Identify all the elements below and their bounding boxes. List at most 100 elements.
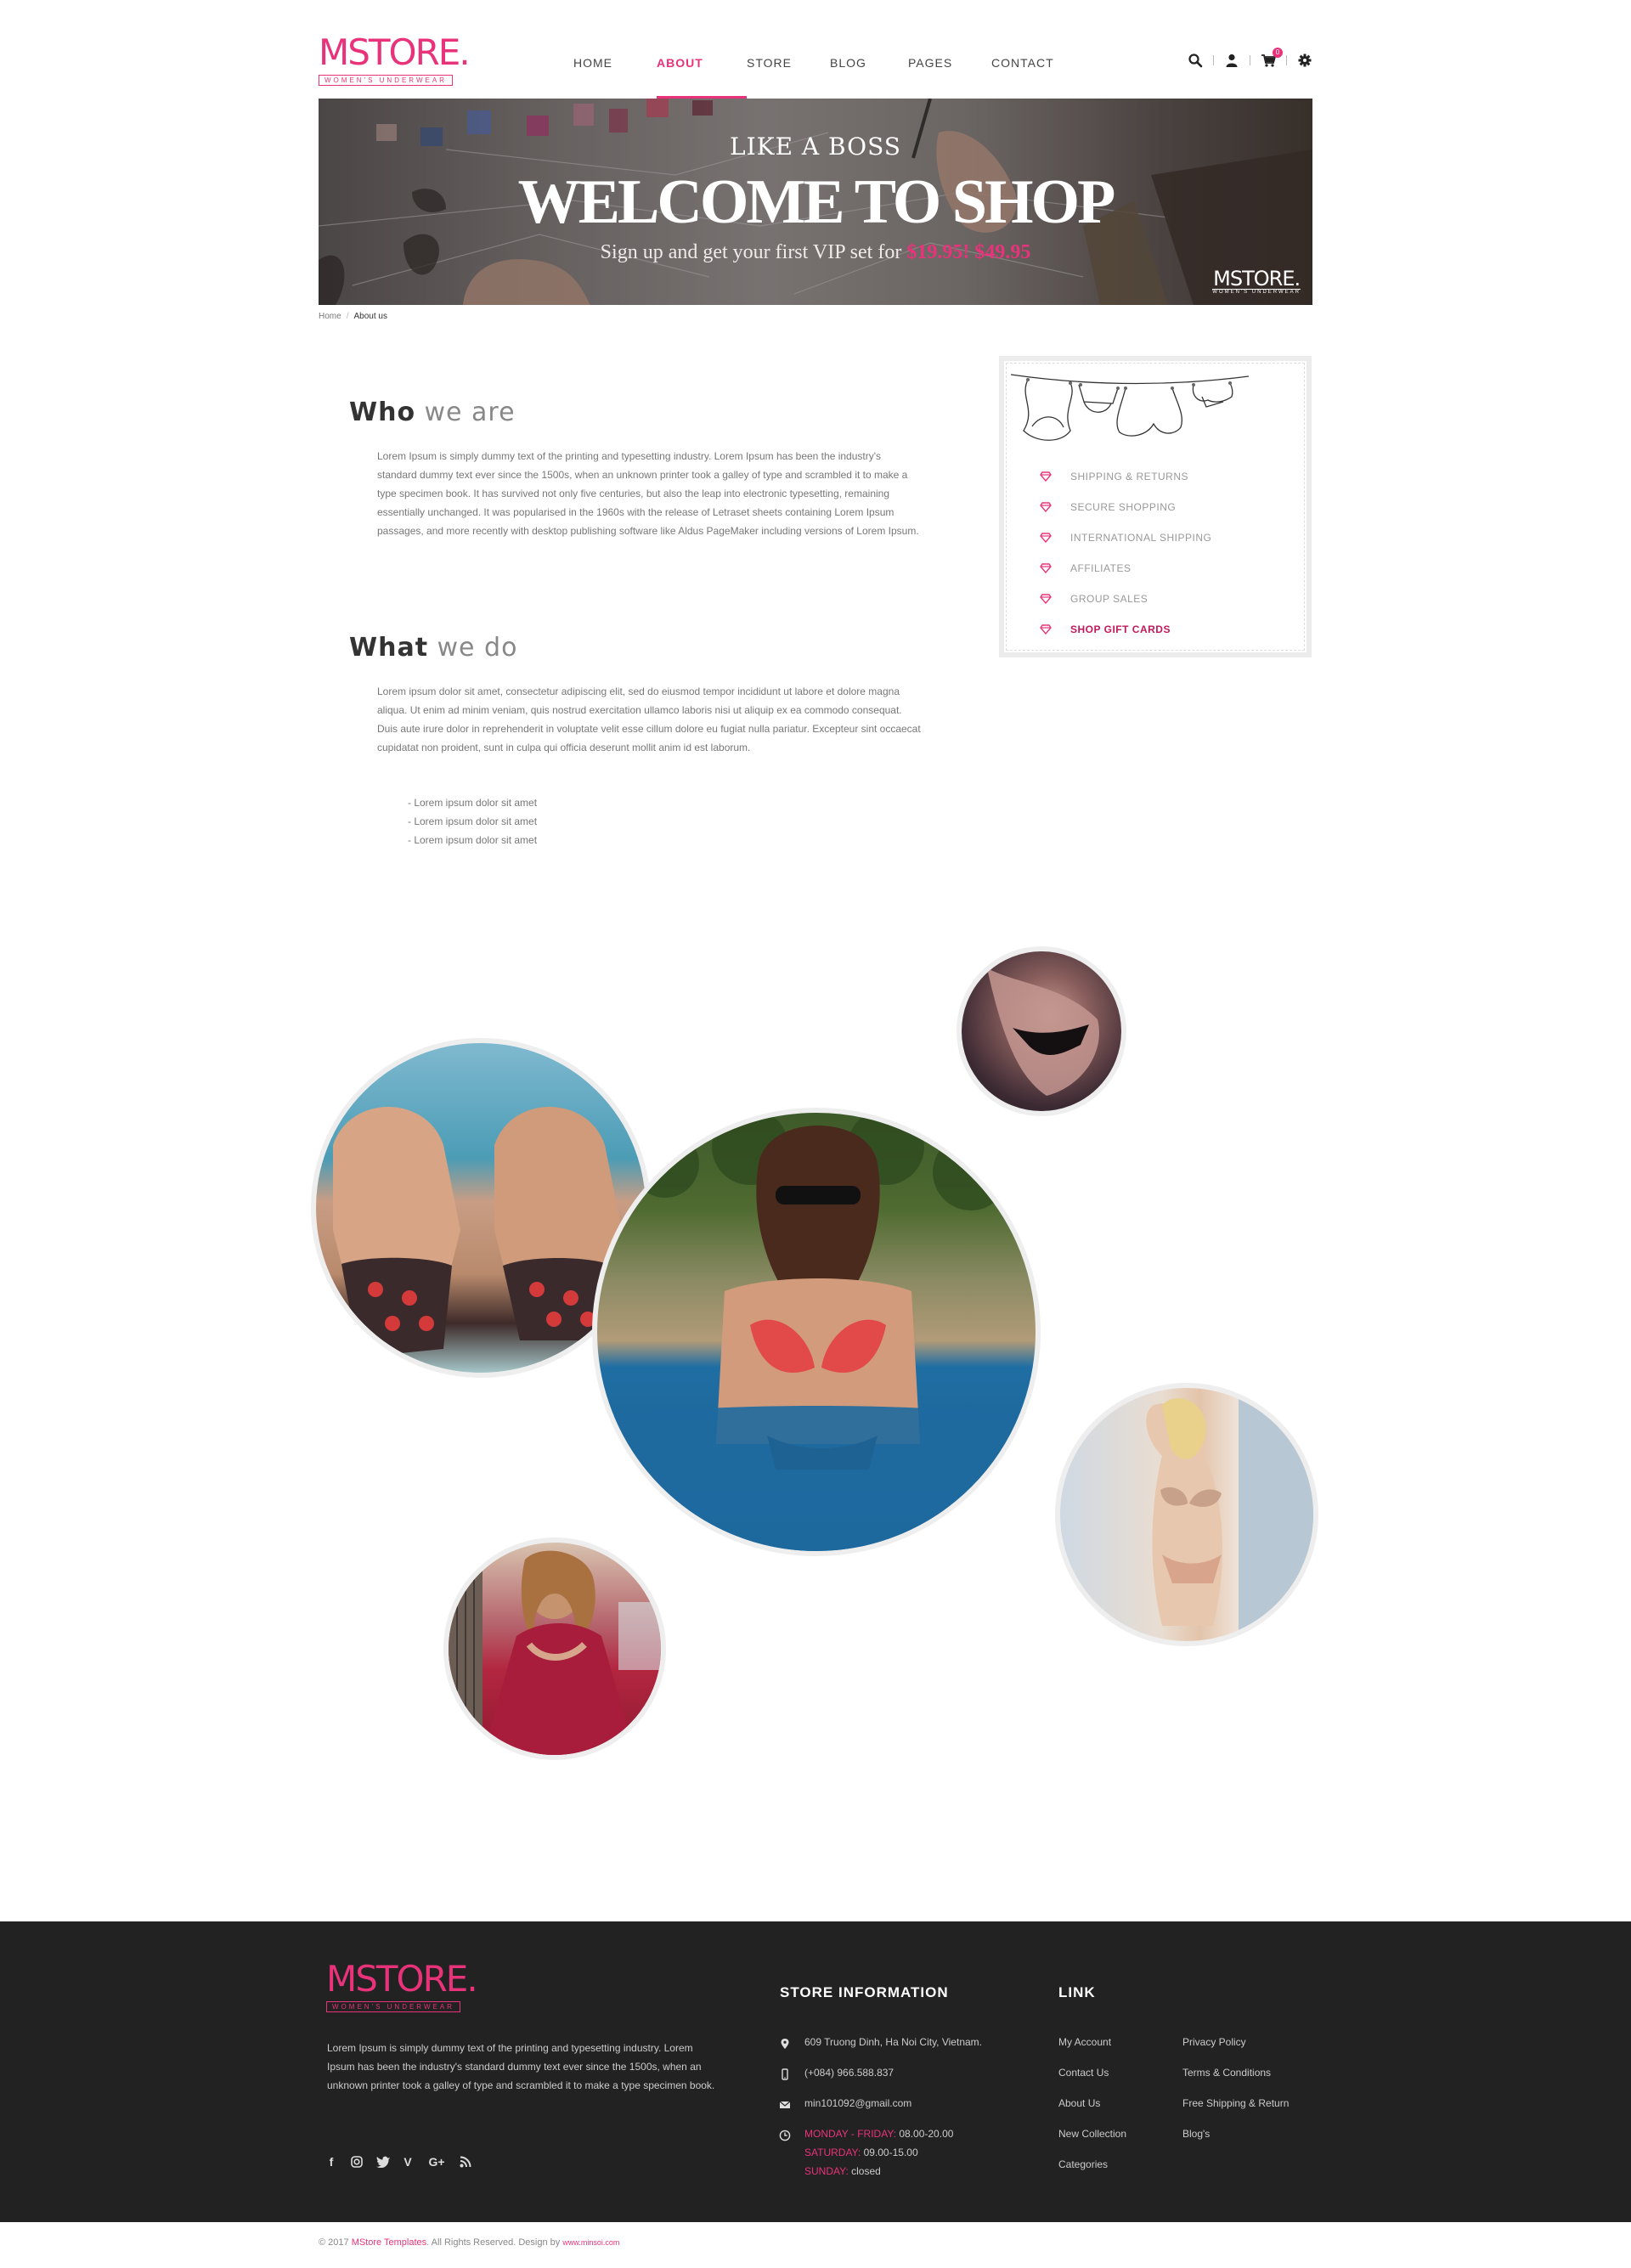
copyright-bar: © 2017 MStore Templates. All Rights Rese…: [319, 2237, 619, 2248]
footer-link-privacy-policy[interactable]: Privacy Policy: [1182, 2036, 1289, 2067]
list-item: - Lorem ipsum dolor sit amet: [408, 834, 538, 846]
vimeo-icon[interactable]: V: [402, 2156, 414, 2168]
footer-link-free-shipping-return[interactable]: Free Shipping & Return: [1182, 2097, 1289, 2128]
footer-links-column-2: Privacy Policy Terms & Conditions Free S…: [1182, 2036, 1289, 2158]
info-sidebar: SHIPPING & RETURNS SECURE SHOPPING INTER…: [999, 356, 1312, 657]
site-logo[interactable]: MSTORE. WOMEN'S UNDERWEAR: [319, 34, 488, 87]
email-text[interactable]: min101092@gmail.com: [804, 2097, 911, 2109]
footer-link-contact-us[interactable]: Contact Us: [1058, 2067, 1126, 2097]
cart-count-badge: 0: [1273, 48, 1283, 58]
divider: [1286, 55, 1287, 65]
nav-blog[interactable]: BLOG: [830, 0, 908, 99]
twitter-icon[interactable]: [376, 2156, 390, 2169]
footer-link-categories[interactable]: Categories: [1058, 2158, 1126, 2189]
gallery-photo-bikini-bottom[interactable]: [957, 946, 1126, 1116]
banner-subtitle: Sign up and get your first VIP set for $…: [319, 241, 1312, 264]
site-header: MSTORE. WOMEN'S UNDERWEAR HOME ABOUT STO…: [319, 0, 1312, 99]
banner-subtitle-text: Sign up and get your first VIP set for: [600, 241, 902, 263]
footer-link-my-account[interactable]: My Account: [1058, 2036, 1126, 2067]
divider: [1213, 55, 1214, 65]
sidebar-link-label: AFFILIATES: [1070, 562, 1132, 574]
gallery-photo-lace-set[interactable]: [1055, 1383, 1318, 1646]
sidebar-link-affiliates[interactable]: AFFILIATES: [1040, 553, 1211, 584]
rss-icon[interactable]: [460, 2156, 471, 2168]
hours-sunday-value: closed: [851, 2165, 881, 2177]
header-actions: 0: [1188, 48, 1312, 68]
footer-links-column-1: My Account Contact Us About Us New Colle…: [1058, 2036, 1126, 2189]
who-we-are-title: Who we are: [349, 398, 516, 427]
diamond-icon: [1040, 471, 1052, 482]
photo-subject: [987, 968, 1099, 1096]
banner-logo-wordmark: MSTORE.: [1213, 267, 1301, 291]
nav-store[interactable]: STORE: [747, 0, 830, 99]
logo-dot: .: [459, 31, 470, 73]
logo-dot: .: [466, 1958, 477, 2000]
store-information-list: 609 Truong Dinh, Ha Noi City, Vietnam. (…: [779, 2036, 982, 2177]
who-title-light: we are: [424, 398, 516, 427]
footer-link-blogs[interactable]: Blog's: [1182, 2128, 1289, 2158]
hours-saturday-value: 09.00-15.00: [863, 2147, 918, 2158]
cart-icon[interactable]: 0: [1261, 48, 1283, 68]
store-phone: (+084) 966.588.837: [779, 2067, 982, 2097]
photo-subject: [1146, 1388, 1313, 1641]
list-item: - Lorem ipsum dolor sit amet: [408, 815, 538, 827]
sidebar-link-gift-cards[interactable]: SHOP GIFT CARDS: [1040, 614, 1211, 645]
footer-link-about-us[interactable]: About Us: [1058, 2097, 1126, 2128]
google-plus-icon[interactable]: G+: [427, 2156, 446, 2168]
logo-wordmark: MSTORE.: [319, 31, 471, 73]
store-address: 609 Truong Dinh, Ha Noi City, Vietnam.: [779, 2036, 982, 2067]
sidebar-link-label: SHOP GIFT CARDS: [1070, 623, 1171, 635]
sidebar-link-shipping-returns[interactable]: SHIPPING & RETURNS: [1040, 461, 1211, 492]
sidebar-link-secure-shopping[interactable]: SECURE SHOPPING: [1040, 492, 1211, 522]
nav-about[interactable]: ABOUT: [657, 0, 747, 99]
hours-saturday-label: SATURDAY:: [804, 2147, 861, 2158]
banner-kicker: LIKE A BOSS: [730, 133, 901, 161]
footer-about-text: Lorem Ipsum is simply dummy text of the …: [327, 2042, 715, 2091]
diamond-icon: [1040, 502, 1052, 512]
lingerie-clothesline-illustration: [1011, 374, 1249, 441]
sidebar-link-group-sales[interactable]: GROUP SALES: [1040, 584, 1211, 614]
logo-tagline: WOMEN'S UNDERWEAR: [319, 75, 453, 86]
nav-home[interactable]: HOME: [573, 0, 657, 99]
diamond-icon: [1040, 594, 1052, 604]
instagram-icon[interactable]: [351, 2156, 363, 2168]
banner-price-sale: $19.95!: [906, 241, 970, 263]
what-we-do-title: What we do: [349, 633, 517, 663]
who-title-bold: Who: [349, 398, 416, 427]
footer-link-new-collection[interactable]: New Collection: [1058, 2128, 1126, 2158]
user-icon[interactable]: [1224, 53, 1239, 68]
main-nav: HOME ABOUT STORE BLOG PAGES CONTACT: [573, 0, 1075, 99]
what-title-bold: What: [349, 633, 429, 663]
sidebar-link-label: GROUP SALES: [1070, 593, 1148, 605]
sidebar-link-label: SECURE SHOPPING: [1070, 501, 1177, 513]
gear-icon[interactable]: [1297, 53, 1312, 68]
what-we-do-list: - Lorem ipsum dolor sit amet - Lorem ips…: [408, 793, 537, 849]
phone-text[interactable]: (+084) 966.588.837: [804, 2067, 894, 2079]
nav-contact[interactable]: CONTACT: [991, 0, 1075, 99]
footer-link-terms-conditions[interactable]: Terms & Conditions: [1182, 2067, 1289, 2097]
list-item: - Lorem ipsum dolor sit amet: [408, 797, 538, 809]
opening-hours: MONDAY - FRIDAY: 08.00-20.00 SATURDAY: 0…: [804, 2124, 953, 2181]
search-icon[interactable]: [1188, 53, 1203, 68]
designer-site-link[interactable]: www.minsoi.com: [562, 2238, 619, 2247]
breadcrumb-home[interactable]: Home: [319, 312, 341, 321]
envelope-icon: [779, 2101, 791, 2108]
copyright-brand-link[interactable]: MStore Templates: [352, 2237, 426, 2248]
store-information-heading: STORE INFORMATION: [780, 1984, 949, 2000]
hero-banner: LIKE A BOSS WELCOME TO SHOP Sign up and …: [319, 99, 1312, 305]
nav-pages[interactable]: PAGES: [908, 0, 991, 99]
banner-logo: MSTORE. WOMEN'S UNDERWEAR: [1212, 268, 1301, 295]
sidebar-links: SHIPPING & RETURNS SECURE SHOPPING INTER…: [1040, 461, 1211, 645]
link-heading: LINK: [1058, 1984, 1096, 2000]
gallery-photo-pool-model[interactable]: [592, 1108, 1041, 1556]
footer-logo-wordmark: MSTORE.: [326, 1958, 478, 2000]
gallery-photo-red-babydoll[interactable]: [443, 1537, 666, 1760]
logo-dot: .: [1294, 267, 1301, 291]
sidebar-link-international-shipping[interactable]: INTERNATIONAL SHIPPING: [1040, 522, 1211, 553]
clock-icon: [779, 2130, 791, 2141]
hours-weekday-label: MONDAY - FRIDAY:: [804, 2128, 897, 2140]
footer-logo[interactable]: MSTORE. WOMEN'S UNDERWEAR: [326, 1958, 478, 2013]
facebook-icon[interactable]: f: [325, 2156, 337, 2168]
diamond-icon: [1040, 624, 1052, 635]
sidebar-link-label: SHIPPING & RETURNS: [1070, 471, 1189, 482]
